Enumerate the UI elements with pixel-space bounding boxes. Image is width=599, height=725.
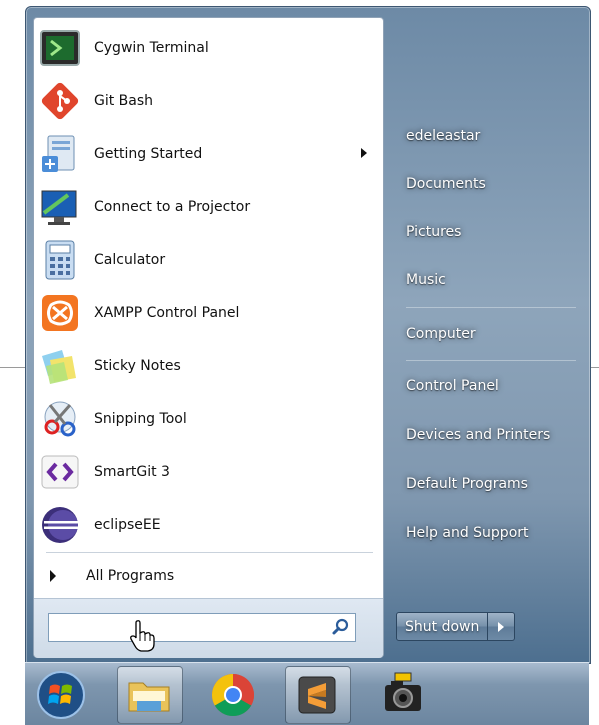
search-box[interactable] — [48, 613, 356, 642]
program-label: Calculator — [94, 251, 166, 268]
program-smartgit[interactable]: SmartGit 3 — [34, 445, 383, 498]
program-label: SmartGit 3 — [94, 463, 170, 480]
submenu-arrow-icon[interactable] — [361, 148, 367, 158]
list-separator — [46, 552, 373, 553]
program-cygwin-terminal[interactable]: Cygwin Terminal — [34, 21, 383, 74]
programs-pane: Cygwin Terminal Git Bash Getting Started — [33, 17, 384, 658]
program-connect-to-a-projector[interactable]: Connect to a Projector — [34, 180, 383, 233]
program-label: Cygwin Terminal — [94, 39, 209, 56]
chrome-icon[interactable] — [207, 669, 259, 721]
program-xampp-control-panel[interactable]: XAMPP Control Panel — [34, 286, 383, 339]
program-label: Sticky Notes — [94, 357, 181, 374]
shutdown-group: Shut down — [396, 612, 516, 641]
eclipse-icon — [42, 506, 78, 543]
places-separator — [406, 360, 576, 361]
devices-and-printers-item[interactable]: Devices and Printers — [396, 415, 581, 455]
smartgit-icon — [41, 455, 79, 488]
hand-cursor-icon — [130, 620, 155, 652]
sticky-notes-icon — [42, 349, 76, 384]
projector-icon — [41, 190, 77, 225]
program-label: Connect to a Projector — [94, 198, 251, 215]
help-and-support-item[interactable]: Help and Support — [396, 513, 581, 553]
git-icon — [41, 82, 79, 119]
start-orb-icon[interactable] — [35, 669, 87, 721]
documents-item[interactable]: Documents — [396, 164, 581, 204]
music-item[interactable]: Music — [396, 260, 581, 300]
places-separator — [406, 307, 576, 308]
pinned-programs-list: Cygwin Terminal Git Bash Getting Started — [34, 21, 383, 551]
control-panel-item[interactable]: Control Panel — [396, 366, 581, 406]
program-label: Snipping Tool — [94, 410, 187, 427]
program-getting-started[interactable]: Getting Started — [34, 127, 383, 180]
program-eclipse[interactable]: eclipseEE — [34, 498, 383, 551]
all-programs-label: All Programs — [86, 568, 175, 584]
default-programs-item[interactable]: Default Programs — [396, 464, 581, 504]
program-label: eclipseEE — [94, 516, 161, 533]
scissors-icon — [44, 401, 76, 436]
taskbar — [25, 662, 589, 725]
search-icon[interactable] — [331, 617, 351, 637]
program-sticky-notes[interactable]: Sticky Notes — [34, 339, 383, 392]
program-git-bash[interactable]: Git Bash — [34, 74, 383, 127]
camera-icon[interactable] — [377, 669, 429, 721]
program-label: Git Bash — [94, 92, 154, 109]
shutdown-button[interactable]: Shut down — [396, 612, 489, 641]
xampp-icon — [42, 294, 78, 331]
terminal-icon — [40, 29, 80, 66]
search-input[interactable] — [51, 616, 325, 639]
getting-started-icon — [42, 135, 75, 172]
arrow-right-icon — [50, 570, 56, 582]
arrow-right-icon — [498, 621, 505, 632]
user-folder-item[interactable]: edeleastar — [396, 116, 581, 156]
all-programs-button[interactable]: All Programs — [44, 562, 174, 590]
program-calculator[interactable]: Calculator — [34, 233, 383, 286]
search-area — [34, 598, 383, 658]
calculator-icon — [45, 240, 75, 279]
program-snipping-tool[interactable]: Snipping Tool — [34, 392, 383, 445]
program-label: Getting Started — [94, 145, 203, 162]
computer-item[interactable]: Computer — [396, 314, 581, 354]
program-label: XAMPP Control Panel — [94, 304, 240, 321]
pictures-item[interactable]: Pictures — [396, 212, 581, 252]
shutdown-options-button[interactable] — [488, 612, 516, 641]
sublime-text-icon[interactable] — [291, 669, 343, 721]
file-explorer-icon[interactable] — [123, 669, 175, 721]
